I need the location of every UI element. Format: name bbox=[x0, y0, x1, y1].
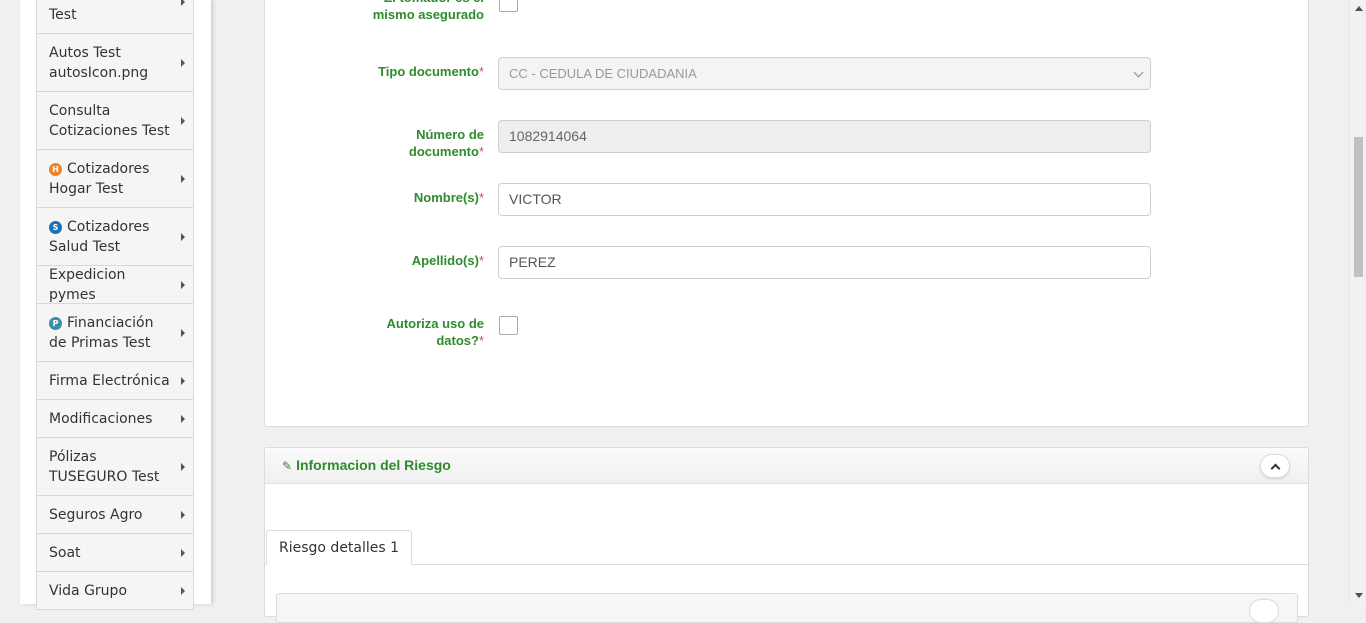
sidebar-item-firma-electronica[interactable]: Firma Electrónica bbox=[36, 362, 194, 400]
sidebar-item-label: Expedicion pymes bbox=[49, 266, 126, 303]
riesgo-detail-box bbox=[276, 593, 1298, 623]
chevron-right-icon bbox=[181, 116, 185, 125]
sidebar-item-label: Modificaciones bbox=[49, 410, 153, 427]
chevron-right-icon bbox=[181, 232, 185, 241]
sidebar-item-seguros-agro[interactable]: Seguros Agro bbox=[36, 496, 194, 534]
edit-icon: ✎ bbox=[282, 459, 293, 473]
sidebar-item-label: Vida Grupo bbox=[49, 582, 128, 599]
required-mark: * bbox=[478, 333, 484, 348]
apellidos-label: Apellido(s)* bbox=[412, 252, 484, 269]
required-mark: * bbox=[478, 144, 484, 159]
tomador-mismo-asegurado-label: El tomador es el mismo asegurado bbox=[372, 0, 484, 22]
chevron-right-icon bbox=[181, 0, 185, 6]
sidebar-item-label: Test bbox=[49, 7, 77, 23]
chevron-right-icon bbox=[181, 586, 185, 595]
sidebar-item-modificaciones[interactable]: Modificaciones bbox=[36, 400, 194, 438]
chevron-right-icon bbox=[181, 328, 185, 337]
detail-collapse-button[interactable] bbox=[1249, 599, 1279, 623]
sidebar-item-label-wrap: P Financiación de Primas Test bbox=[49, 313, 173, 353]
sidebar-item-cotizadores-hogar[interactable]: H Cotizadores Hogar Test bbox=[36, 150, 194, 208]
sidebar-item-polizas-tuseguro[interactable]: Pólizas TUSEGURO Test bbox=[36, 438, 194, 496]
sidebar-item-label: Cotizadores Hogar Test bbox=[49, 160, 150, 197]
chevron-right-icon bbox=[181, 548, 185, 557]
sidebar-item-label: Seguros Agro bbox=[49, 506, 143, 523]
salud-icon: S bbox=[49, 220, 62, 234]
collapse-button[interactable] bbox=[1260, 454, 1290, 478]
numero-documento-input[interactable]: 1082914064 bbox=[498, 120, 1151, 153]
required-mark: * bbox=[478, 64, 484, 79]
hogar-icon: H bbox=[49, 162, 62, 176]
chevron-right-icon bbox=[181, 376, 185, 385]
chevron-down-icon bbox=[1133, 67, 1144, 78]
required-mark: * bbox=[478, 253, 484, 268]
chevron-right-icon bbox=[181, 414, 185, 423]
sidebar-item-label: Consulta Cotizaciones Test bbox=[49, 102, 170, 139]
numero-documento-label-text: Número de documento bbox=[408, 127, 484, 159]
sidebar-item-autos-test[interactable]: Autos Test autosIcon.png bbox=[36, 34, 194, 92]
sidebar-item-cotizadores-salud[interactable]: S Cotizadores Salud Test bbox=[36, 208, 194, 266]
chevron-right-icon bbox=[181, 280, 185, 289]
sidebar-item-label: Cotizadores Salud Test bbox=[49, 218, 150, 255]
sidebar-menu: Test Autos Test autosIcon.png Consulta C… bbox=[36, 0, 194, 610]
sidebar-item-label: Soat bbox=[49, 544, 81, 561]
sidebar-item-vida-grupo[interactable]: Vida Grupo bbox=[36, 572, 194, 610]
sidebar-item-label: Pólizas TUSEGURO Test bbox=[49, 448, 160, 485]
sidebar-item-financiacion-primas[interactable]: P Financiación de Primas Test bbox=[36, 304, 194, 362]
tipo-documento-label-text: Tipo documento bbox=[378, 64, 479, 79]
tab-riesgo-detalles-1[interactable]: Riesgo detalles 1 bbox=[266, 530, 413, 565]
chevron-right-icon bbox=[181, 510, 185, 519]
chevron-right-icon bbox=[181, 174, 185, 183]
nombres-input[interactable]: VICTOR bbox=[498, 183, 1151, 216]
riesgo-panel-header: ✎ Informacion del Riesgo bbox=[265, 448, 1308, 484]
sidebar-item-label-wrap: H Cotizadores Hogar Test bbox=[49, 159, 173, 199]
sidebar-item-expedicion-pymes[interactable]: Expedicion pymes bbox=[36, 266, 194, 304]
autoriza-datos-checkbox[interactable] bbox=[499, 316, 518, 335]
chevron-up-icon bbox=[1270, 463, 1281, 474]
required-mark: * bbox=[478, 190, 484, 205]
tomador-panel: El tomador es el mismo asegurado Tipo do… bbox=[264, 0, 1309, 427]
autoriza-datos-label: Autoriza uso de datos?* bbox=[374, 315, 484, 349]
tipo-documento-value: CC - CEDULA DE CIUDADANIA bbox=[509, 66, 697, 81]
riesgo-title-text: Informacion del Riesgo bbox=[296, 457, 451, 473]
primas-icon: P bbox=[49, 316, 62, 330]
tabs-divider bbox=[265, 564, 1308, 565]
autoriza-datos-label-text: Autoriza uso de datos? bbox=[386, 316, 484, 348]
nombres-label-text: Nombre(s) bbox=[413, 190, 479, 205]
apellidos-input[interactable]: PEREZ bbox=[498, 246, 1151, 279]
nombres-label: Nombre(s)* bbox=[414, 189, 484, 206]
numero-documento-label: Número de documento* bbox=[374, 126, 484, 160]
sidebar-item-label: Financiación de Primas Test bbox=[49, 314, 154, 351]
chevron-right-icon bbox=[181, 58, 185, 67]
apellidos-label-text: Apellido(s) bbox=[411, 253, 479, 268]
riesgo-panel: ✎ Informacion del Riesgo Riesgo detalles … bbox=[264, 447, 1309, 623]
tomador-mismo-asegurado-checkbox[interactable] bbox=[499, 0, 518, 12]
sidebar-item-label: Firma Electrónica bbox=[49, 372, 170, 389]
sidebar-item-test[interactable]: Test bbox=[36, 0, 194, 34]
sidebar: Test Autos Test autosIcon.png Consulta C… bbox=[20, 0, 211, 610]
sidebar-item-consulta-cotizaciones[interactable]: Consulta Cotizaciones Test bbox=[36, 92, 194, 150]
riesgo-panel-title: ✎ Informacion del Riesgo bbox=[282, 457, 451, 473]
sidebar-item-label-wrap: S Cotizadores Salud Test bbox=[49, 217, 173, 257]
sidebar-item-soat[interactable]: Soat bbox=[36, 534, 194, 572]
page-scrollbar[interactable] bbox=[1349, 0, 1366, 604]
scroll-thumb[interactable] bbox=[1354, 137, 1363, 277]
chevron-right-icon bbox=[181, 462, 185, 471]
scroll-down-arrow-icon[interactable] bbox=[1355, 593, 1363, 598]
scroll-up-arrow-icon[interactable] bbox=[1355, 6, 1363, 11]
sidebar-item-label: Autos Test autosIcon.png bbox=[49, 44, 149, 81]
tipo-documento-select[interactable]: CC - CEDULA DE CIUDADANIA bbox=[498, 57, 1151, 90]
tipo-documento-label: Tipo documento* bbox=[378, 63, 484, 80]
